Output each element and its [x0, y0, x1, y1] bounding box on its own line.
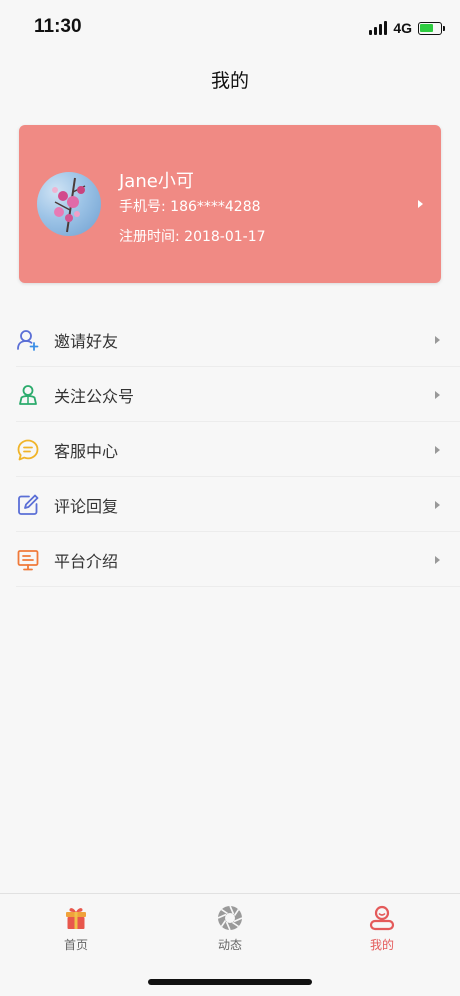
menu-label: 邀请好友 — [54, 331, 119, 351]
user-register-date: 注册时间: 2018-01-17 — [119, 229, 266, 245]
status-time: 11:30 — [34, 16, 82, 37]
menu-label: 客服中心 — [54, 441, 119, 461]
tab-home[interactable]: 首页 — [36, 904, 116, 953]
platform-intro-icon — [16, 548, 40, 572]
customer-service-icon — [16, 438, 40, 462]
profile-card[interactable]: Jane小可 手机号: 186****4288 注册时间: 2018-01-17 — [19, 125, 441, 283]
page-title: 我的 — [210, 70, 249, 92]
status-indicators: 4G — [369, 19, 445, 37]
chevron-right-icon — [435, 391, 440, 399]
chevron-right-icon — [435, 446, 440, 454]
menu-list: 邀请好友 关注公众号 客服中心 评论回复 平台介绍 — [0, 312, 460, 587]
follow-account-icon — [16, 383, 40, 407]
user-phone: 手机号: 186****4288 — [119, 199, 261, 215]
menu-item-invite[interactable]: 邀请好友 — [0, 312, 460, 367]
profile-icon — [369, 905, 395, 931]
gift-icon — [66, 908, 86, 929]
tab-label: 动态 — [217, 938, 242, 952]
tab-mine[interactable]: 我的 — [342, 904, 422, 953]
menu-label: 评论回复 — [54, 496, 119, 516]
comment-reply-icon — [16, 493, 40, 517]
chevron-right-icon — [418, 200, 423, 208]
chevron-right-icon — [435, 501, 440, 509]
avatar-image — [52, 177, 86, 233]
battery-icon — [418, 21, 445, 35]
user-name: Jane小可 — [119, 171, 194, 192]
aperture-icon — [217, 905, 243, 931]
menu-label: 平台介绍 — [54, 551, 119, 571]
menu-item-platform[interactable]: 平台介绍 — [0, 532, 460, 587]
network-type: 4G — [393, 20, 412, 36]
tab-label: 我的 — [369, 938, 394, 952]
invite-friend-icon — [16, 328, 40, 352]
menu-item-service[interactable]: 客服中心 — [0, 422, 460, 477]
menu-item-comment[interactable]: 评论回复 — [0, 477, 460, 532]
chevron-right-icon — [435, 556, 440, 564]
chevron-right-icon — [435, 336, 440, 344]
tab-label: 首页 — [63, 938, 88, 952]
tab-feed[interactable]: 动态 — [190, 904, 270, 953]
menu-label: 关注公众号 — [54, 386, 135, 406]
status-bar: 11:30 4G — [0, 0, 460, 56]
home-indicator — [148, 979, 312, 985]
menu-item-follow[interactable]: 关注公众号 — [0, 367, 460, 422]
avatar[interactable] — [37, 172, 101, 236]
signal-icon — [369, 21, 388, 35]
